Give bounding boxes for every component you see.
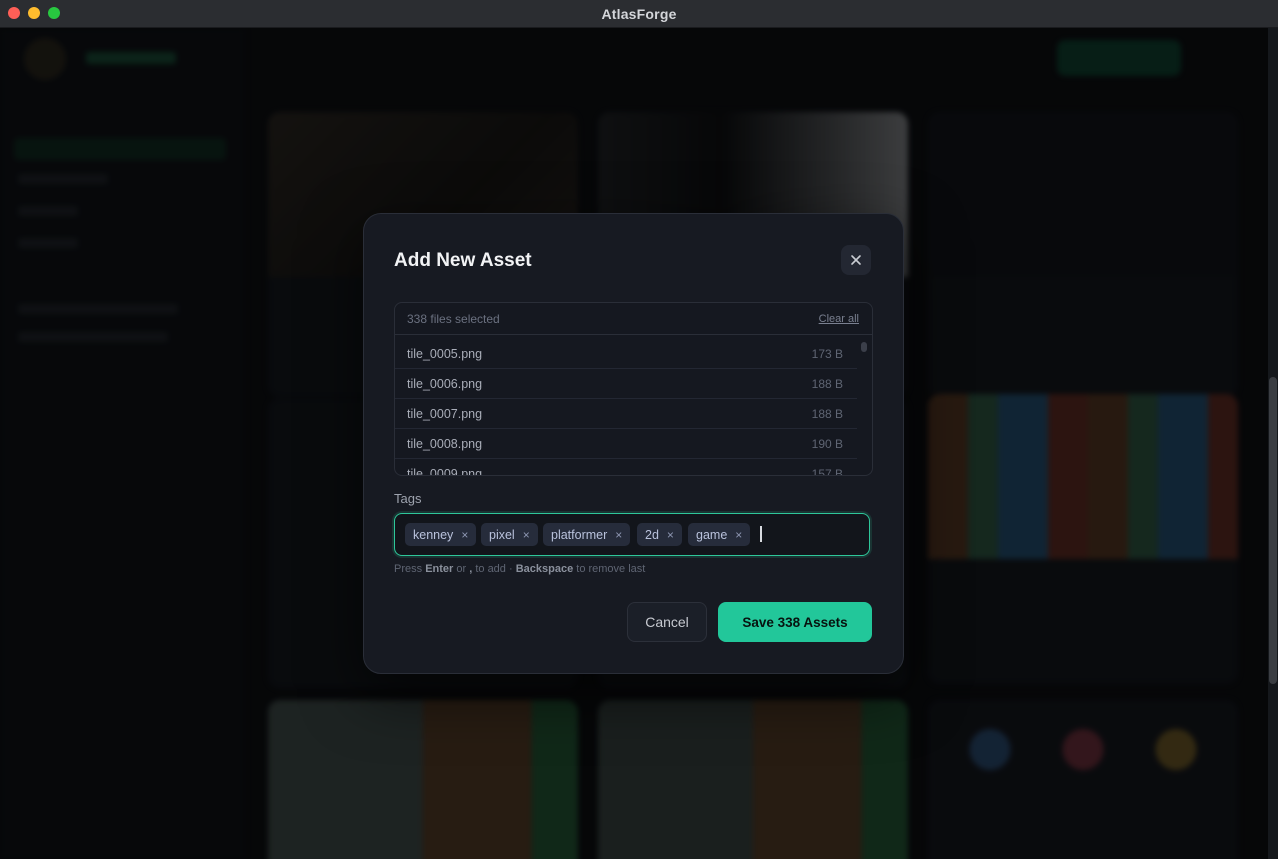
selected-files-header: 338 files selected Clear all bbox=[395, 303, 872, 335]
tags-label: Tags bbox=[394, 491, 422, 506]
tag-chip: game × bbox=[688, 523, 751, 546]
remove-tag-icon[interactable]: × bbox=[735, 528, 742, 542]
text-caret bbox=[760, 526, 762, 542]
tag-chip: kenney × bbox=[405, 523, 477, 546]
file-name: tile_0009.png bbox=[407, 467, 483, 476]
hint-text: to remove last bbox=[573, 563, 646, 575]
hint-key: Backspace bbox=[515, 563, 574, 575]
tags-hint: Press Enter or , to add · Backspace to r… bbox=[394, 563, 645, 575]
tag-chip-label: kenney bbox=[413, 527, 454, 542]
hint-key: Enter bbox=[425, 563, 454, 575]
modal-title: Add New Asset bbox=[394, 250, 532, 271]
remove-tag-icon[interactable]: × bbox=[667, 528, 674, 542]
file-row: tile_0007.png 188 B bbox=[395, 399, 857, 429]
window-title: AtlasForge bbox=[601, 5, 677, 22]
hint-text: to add · bbox=[472, 563, 516, 575]
maximize-window-button[interactable] bbox=[48, 7, 60, 19]
file-name: tile_0005.png bbox=[407, 347, 483, 361]
close-window-button[interactable] bbox=[8, 7, 20, 19]
selected-files-count: 338 files selected bbox=[407, 312, 500, 326]
file-size: 157 B bbox=[811, 467, 843, 476]
add-asset-modal: Add New Asset 338 files selected Clear a… bbox=[363, 213, 904, 674]
selected-files-list[interactable]: tile_0005.png 173 B tile_0006.png 188 B … bbox=[395, 339, 857, 476]
file-size: 188 B bbox=[811, 407, 843, 421]
file-name: tile_0008.png bbox=[407, 437, 483, 451]
file-size: 188 B bbox=[811, 377, 843, 391]
hint-text: or bbox=[453, 563, 470, 575]
file-list-scrollbar-thumb[interactable] bbox=[861, 342, 867, 352]
tag-chip-label: game bbox=[696, 527, 728, 542]
file-row: tile_0008.png 190 B bbox=[395, 429, 857, 459]
hint-text: Press bbox=[394, 563, 426, 575]
page-scrollbar-thumb[interactable] bbox=[1269, 377, 1277, 684]
file-row: tile_0009.png 157 B bbox=[395, 459, 857, 476]
close-icon bbox=[851, 255, 861, 265]
minimize-window-button[interactable] bbox=[28, 7, 40, 19]
file-name: tile_0007.png bbox=[407, 407, 483, 421]
file-row: tile_0006.png 188 B bbox=[395, 369, 857, 399]
clear-all-link[interactable]: Clear all bbox=[819, 313, 859, 325]
remove-tag-icon[interactable]: × bbox=[523, 528, 530, 542]
tag-chip: platformer × bbox=[543, 523, 631, 546]
close-modal-button[interactable] bbox=[841, 245, 871, 275]
tag-chip-label: pixel bbox=[489, 527, 515, 542]
file-size: 190 B bbox=[811, 437, 843, 451]
tag-chip-label: 2d bbox=[645, 527, 659, 542]
remove-tag-icon[interactable]: × bbox=[461, 528, 468, 542]
window-controls bbox=[8, 7, 60, 19]
file-size: 173 B bbox=[811, 347, 843, 361]
tag-chip-label: platformer bbox=[551, 527, 608, 542]
window-titlebar: AtlasForge bbox=[0, 0, 1278, 28]
file-row: tile_0005.png 173 B bbox=[395, 339, 857, 369]
remove-tag-icon[interactable]: × bbox=[615, 528, 622, 542]
cancel-button[interactable]: Cancel bbox=[627, 602, 707, 642]
file-name: tile_0006.png bbox=[407, 377, 483, 391]
selected-files-panel: 338 files selected Clear all tile_0005.p… bbox=[394, 302, 873, 476]
save-assets-button[interactable]: Save 338 Assets bbox=[718, 602, 872, 642]
tags-input[interactable]: kenney × pixel × platformer × 2d × game … bbox=[394, 513, 870, 556]
tag-chip: pixel × bbox=[481, 523, 538, 546]
tag-chip: 2d × bbox=[637, 523, 682, 546]
